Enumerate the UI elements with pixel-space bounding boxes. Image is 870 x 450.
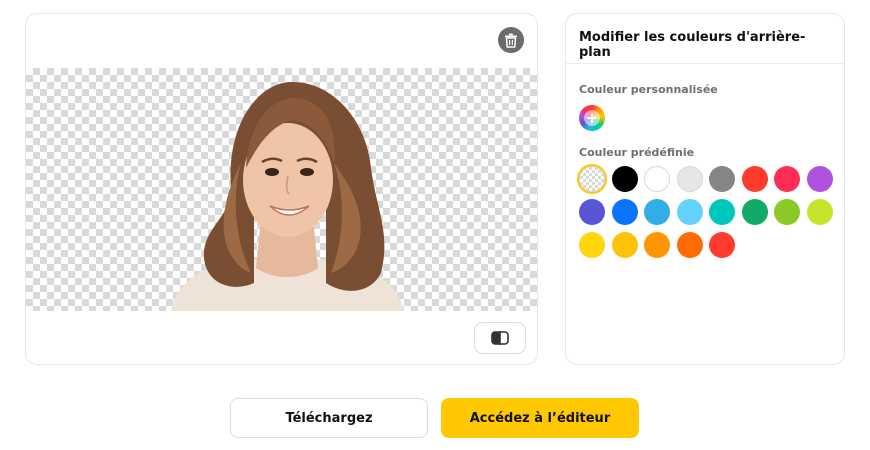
compare-button[interactable] bbox=[474, 322, 526, 354]
swatch-transparent[interactable] bbox=[579, 166, 605, 192]
download-button[interactable]: Téléchargez bbox=[230, 398, 428, 438]
swatch-yellow[interactable] bbox=[579, 232, 605, 258]
swatch-teal[interactable] bbox=[709, 199, 735, 225]
preset-color-label: Couleur prédéfinie bbox=[579, 146, 695, 159]
left-eye bbox=[265, 168, 279, 176]
swatch-deep-orange[interactable] bbox=[676, 232, 703, 258]
swatch-light-gray[interactable] bbox=[676, 166, 703, 192]
swatch-blue[interactable] bbox=[611, 199, 638, 225]
swatch-green[interactable] bbox=[741, 199, 768, 225]
transparent-canvas bbox=[26, 68, 537, 311]
plus-icon: + bbox=[584, 108, 600, 127]
delete-button[interactable] bbox=[498, 27, 524, 53]
trash-icon bbox=[505, 33, 517, 48]
swatch-sky-blue[interactable] bbox=[644, 199, 670, 225]
swatch-red[interactable] bbox=[741, 166, 768, 192]
custom-color-label: Couleur personnalisée bbox=[579, 83, 718, 96]
custom-color-button[interactable]: + bbox=[579, 105, 605, 131]
swatch-white[interactable] bbox=[644, 166, 670, 192]
swatch-orange[interactable] bbox=[644, 232, 670, 258]
portrait-image bbox=[171, 81, 404, 311]
swatch-yellow-green[interactable] bbox=[806, 199, 833, 225]
swatch-lime-green[interactable] bbox=[774, 199, 800, 225]
preset-swatches bbox=[579, 166, 841, 258]
swatch-red-2[interactable] bbox=[709, 232, 735, 258]
swatch-gray[interactable] bbox=[709, 166, 735, 192]
swatch-pink-red[interactable] bbox=[774, 166, 800, 192]
compare-split-icon bbox=[491, 331, 509, 345]
open-editor-button[interactable]: Accédez à l’éditeur bbox=[441, 398, 639, 438]
swatch-purple[interactable] bbox=[806, 166, 833, 192]
swatch-light-blue[interactable] bbox=[676, 199, 703, 225]
swatch-black[interactable] bbox=[611, 166, 638, 192]
image-preview-card bbox=[25, 13, 538, 365]
right-eye bbox=[300, 168, 314, 176]
swatch-indigo[interactable] bbox=[579, 199, 605, 225]
swatch-amber[interactable] bbox=[611, 232, 638, 258]
panel-title: Modifier les couleurs d'arrière-plan bbox=[566, 14, 844, 64]
background-color-panel: Modifier les couleurs d'arrière-plan Cou… bbox=[565, 13, 845, 365]
